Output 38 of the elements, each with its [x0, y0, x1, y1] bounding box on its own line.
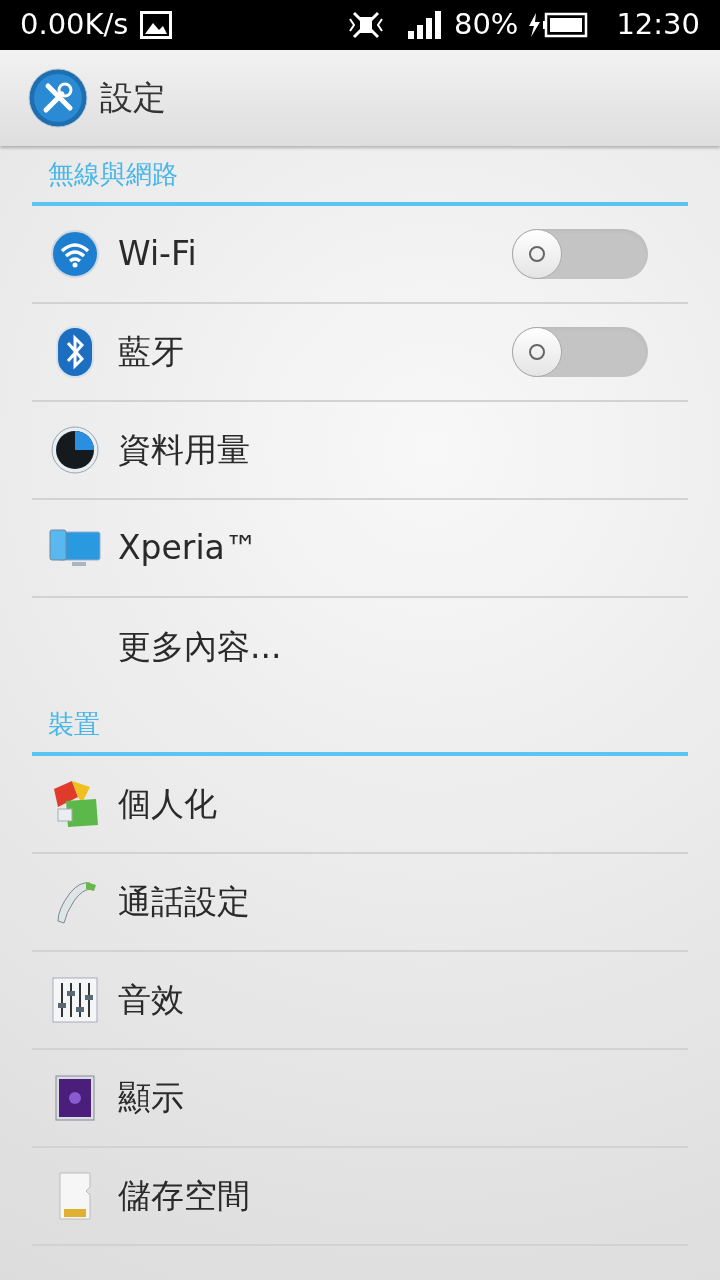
- clock: 12:30: [616, 6, 700, 44]
- settings-item[interactable]: 儲存空間: [32, 1148, 688, 1246]
- settings-item[interactable]: 音效: [32, 952, 688, 1050]
- settings-item[interactable]: 通話設定: [32, 854, 688, 952]
- item-label: 更多內容...: [118, 626, 283, 669]
- item-label: 儲存空間: [118, 1175, 251, 1218]
- vibrate-off-icon: [347, 9, 384, 41]
- screen-title: 設定: [100, 77, 166, 120]
- display-icon: [55, 1075, 95, 1121]
- toggle-switch[interactable]: [512, 327, 648, 377]
- image-icon: [140, 11, 173, 39]
- bluetooth-icon: [55, 325, 95, 379]
- item-label: Xperia™: [118, 527, 259, 570]
- settings-item[interactable]: 藍牙: [32, 304, 688, 402]
- item-label: 顯示: [118, 1077, 185, 1120]
- signal-icon: [407, 11, 442, 39]
- battery-percentage: 80%: [453, 6, 519, 44]
- settings-item[interactable]: Wi-Fi: [32, 206, 688, 304]
- item-label: Wi-Fi: [118, 233, 198, 276]
- item-label: 藍牙: [118, 331, 185, 374]
- toggle-switch[interactable]: [512, 229, 648, 279]
- item-label: 音效: [118, 979, 185, 1022]
- clock-icon: [50, 425, 100, 475]
- sd-card-icon: [58, 1171, 92, 1221]
- network-speed: 0.00K/s: [20, 6, 129, 44]
- section-header: 無線與網路: [32, 146, 688, 206]
- settings-item[interactable]: Xperia™: [32, 500, 688, 598]
- settings-item[interactable]: 資料用量: [32, 402, 688, 500]
- settings-item[interactable]: 個人化: [32, 756, 688, 854]
- item-label: 個人化: [118, 783, 218, 826]
- item-label: 資料用量: [118, 429, 251, 472]
- equalizer-icon: [52, 977, 98, 1023]
- section-header: 裝置: [32, 696, 688, 756]
- settings-icon[interactable]: [28, 68, 88, 128]
- item-label: 通話設定: [118, 881, 251, 924]
- settings-item[interactable]: 更多內容...: [32, 598, 688, 696]
- settings-item[interactable]: 顯示: [32, 1050, 688, 1148]
- wifi-icon: [50, 229, 100, 279]
